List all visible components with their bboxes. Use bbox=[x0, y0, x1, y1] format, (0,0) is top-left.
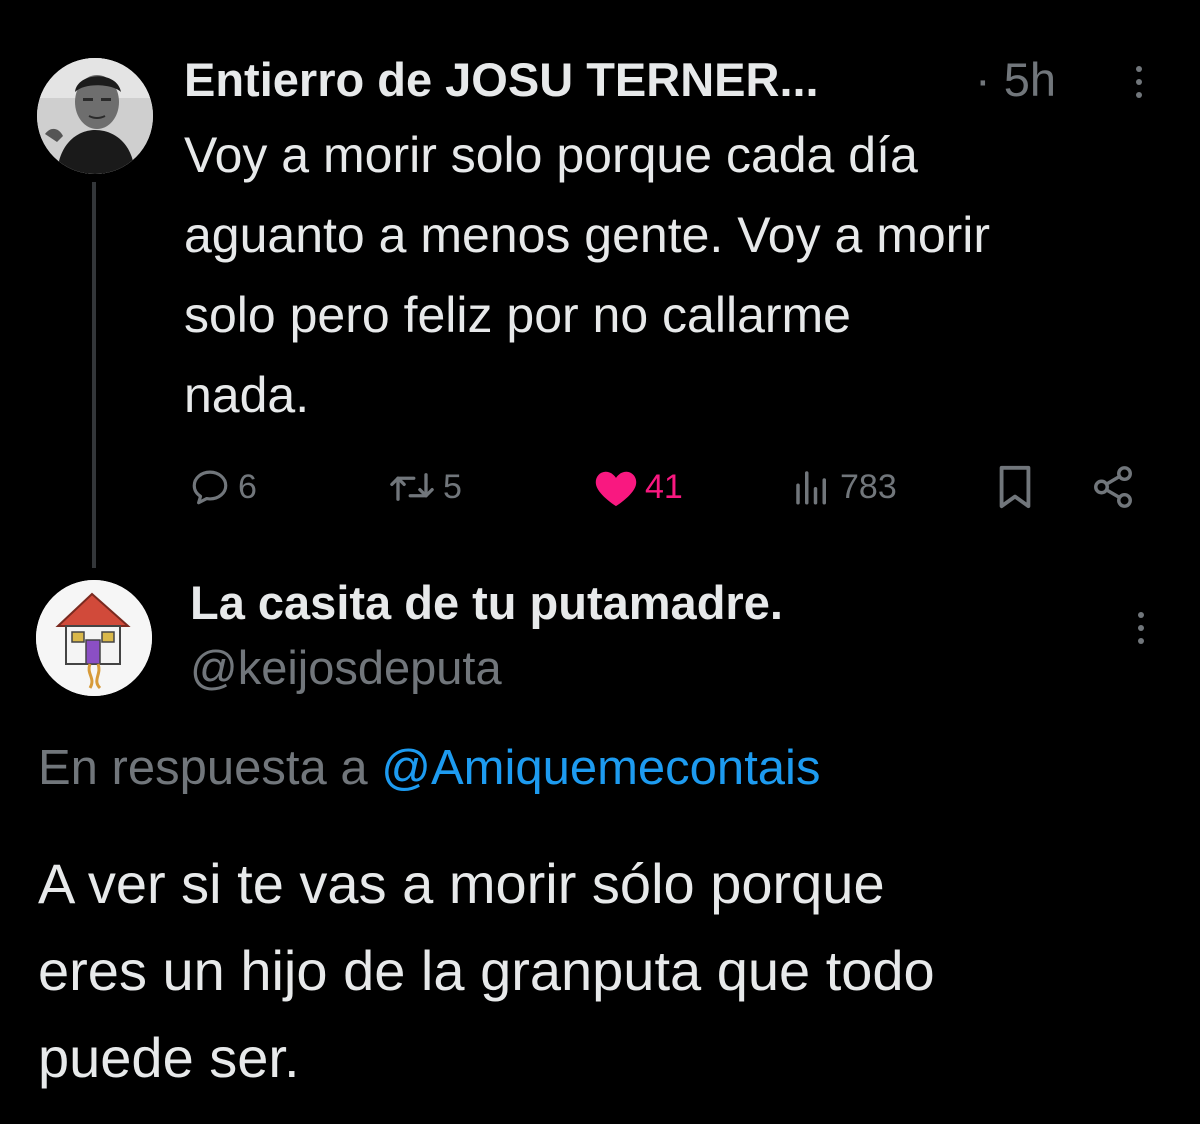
tweet-text-line: solo pero feliz por no callarme bbox=[184, 287, 851, 343]
more-icon[interactable] bbox=[1134, 66, 1144, 105]
tweet-text-line: nada. bbox=[184, 367, 310, 423]
bookmark-icon bbox=[999, 465, 1031, 509]
like-count: 41 bbox=[645, 467, 683, 506]
author-name[interactable]: Entierro de JOSU TERNER... bbox=[184, 52, 819, 107]
more-icon[interactable] bbox=[1136, 612, 1146, 651]
views-button[interactable]: 783 bbox=[790, 462, 897, 512]
reply-prefix: En respuesta a bbox=[38, 741, 368, 795]
reply-author-avatar[interactable] bbox=[36, 580, 152, 696]
reply-author-handle[interactable]: @keijosdeputa bbox=[190, 640, 502, 695]
reply-to-mention[interactable]: @Amiquemecontais bbox=[381, 741, 820, 795]
reply-icon bbox=[192, 470, 228, 505]
share-icon bbox=[1094, 466, 1132, 508]
tweet-text-line: Voy a morir solo porque cada día bbox=[184, 127, 918, 183]
reply-text-line: eres un hijo de la granputa que todo bbox=[38, 939, 935, 1002]
author-avatar[interactable] bbox=[37, 58, 153, 174]
view-count: 783 bbox=[840, 467, 897, 506]
views-icon bbox=[796, 471, 826, 505]
tweet-text: Voy a morir solo porque cada día aguanto… bbox=[184, 115, 1184, 435]
heart-icon bbox=[595, 471, 637, 507]
reply-context: En respuesta a @Amiquemecontais bbox=[38, 740, 820, 796]
share-button[interactable] bbox=[1090, 462, 1136, 512]
time-separator: · bbox=[975, 53, 991, 106]
reply-text: A ver si te vas a morir sólo porque eres… bbox=[38, 840, 1178, 1101]
retweet-icon bbox=[390, 473, 434, 501]
retweet-button[interactable]: 5 bbox=[387, 462, 462, 512]
house-drawing-icon bbox=[36, 580, 152, 696]
reply-text-line: A ver si te vas a morir sólo porque bbox=[38, 852, 885, 915]
retweet-count: 5 bbox=[443, 467, 462, 506]
reply-button[interactable]: 6 bbox=[188, 462, 257, 512]
thread-line bbox=[92, 182, 96, 568]
profile-photo-icon bbox=[37, 58, 153, 174]
time-value: 5h bbox=[1003, 53, 1056, 106]
reply-text-line: puede ser. bbox=[38, 1026, 300, 1089]
reply-count: 6 bbox=[238, 467, 257, 506]
tweet-time[interactable]: · 5h bbox=[975, 52, 1056, 107]
bookmark-button[interactable] bbox=[995, 462, 1035, 512]
like-button[interactable]: 41 bbox=[593, 462, 683, 512]
reply-author-name[interactable]: La casita de tu putamadre. bbox=[190, 575, 783, 630]
tweet-text-line: aguanto a menos gente. Voy a morir bbox=[184, 207, 991, 263]
